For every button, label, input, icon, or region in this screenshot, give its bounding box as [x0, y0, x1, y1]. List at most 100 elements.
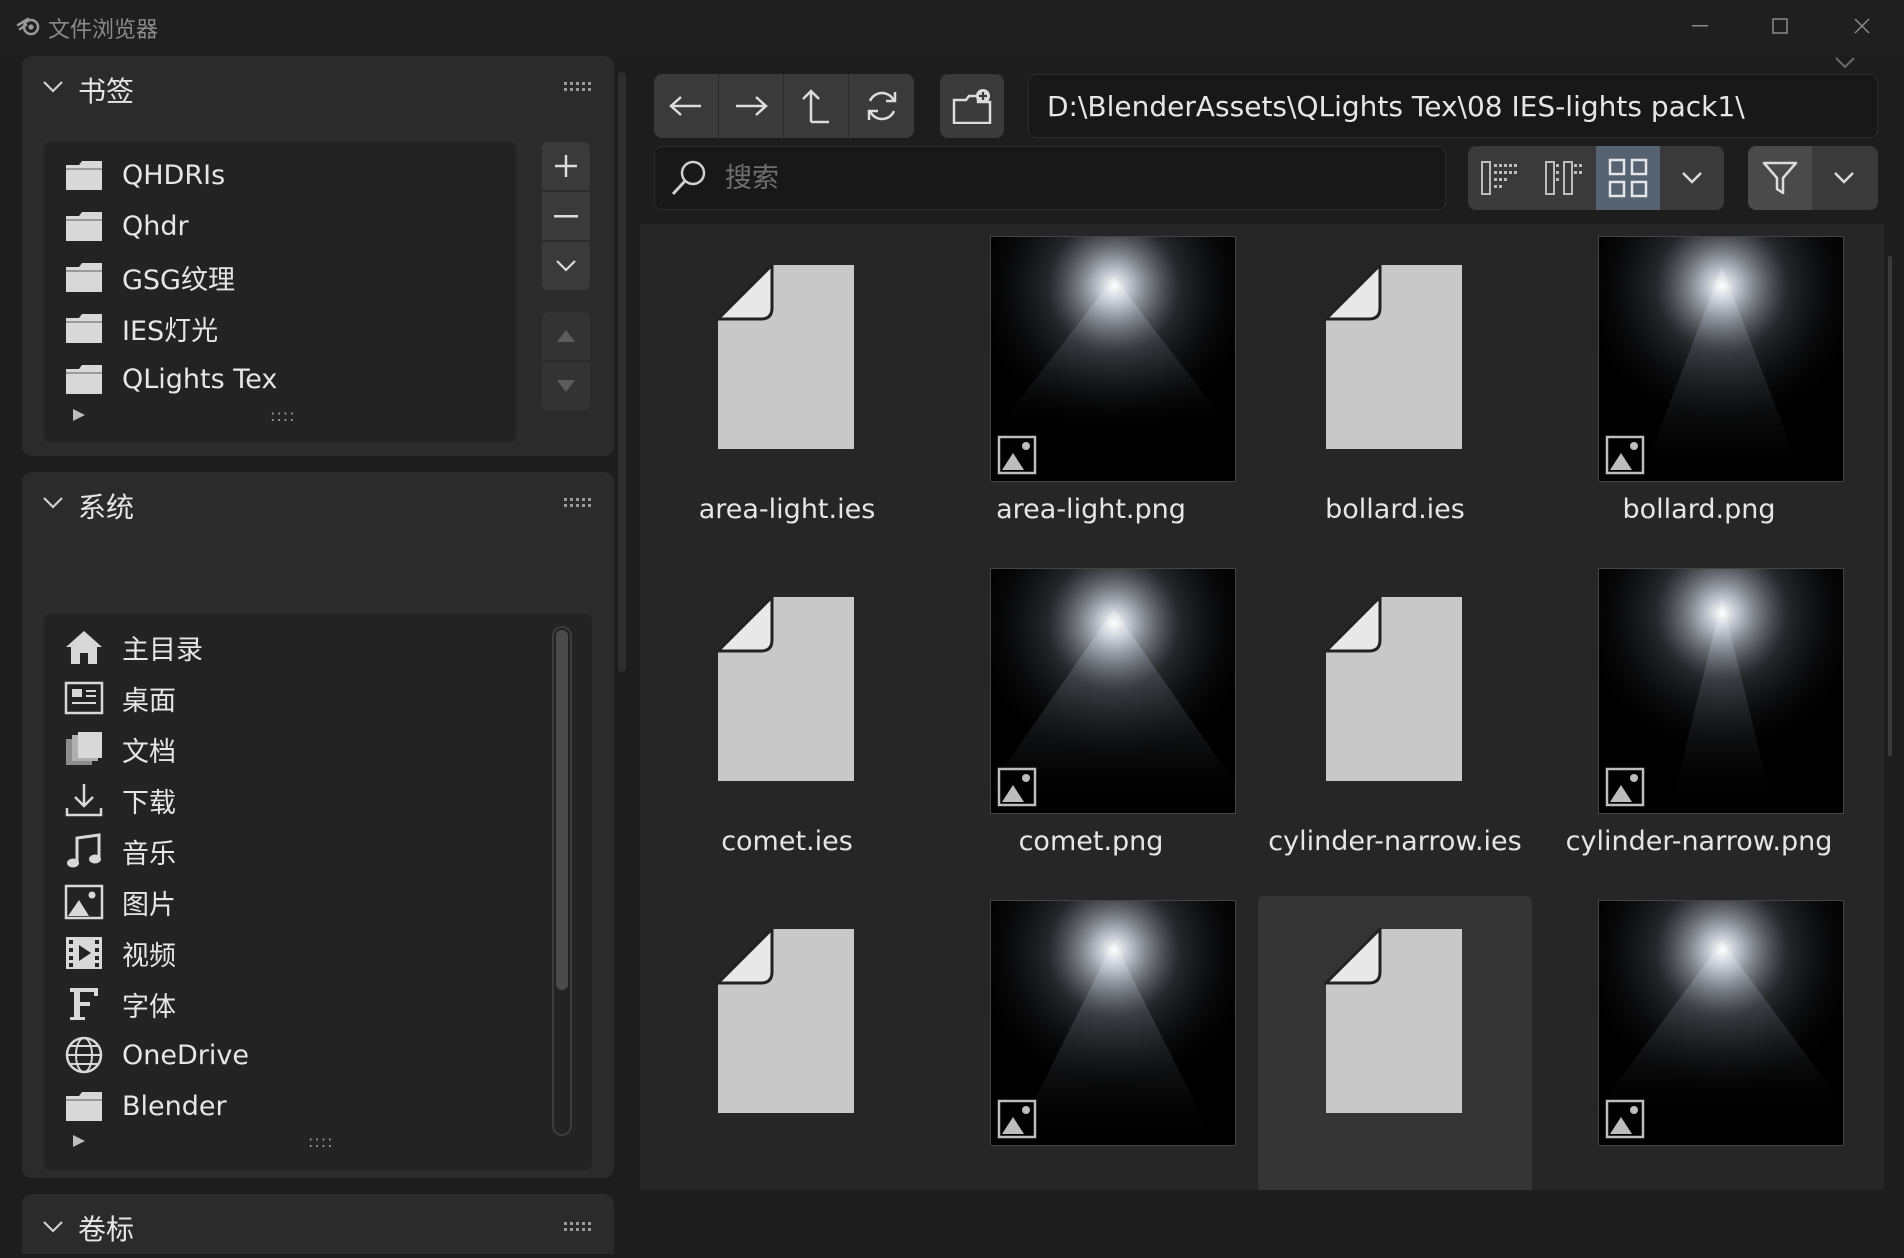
music-icon	[64, 832, 104, 870]
back-button[interactable]	[654, 74, 719, 138]
file-name: cylinder-narrow.ies	[1268, 826, 1522, 857]
system-item-fonts[interactable]: 字体	[64, 981, 176, 1027]
image-thumbnail	[990, 900, 1236, 1146]
expand-triangle-icon[interactable]	[72, 408, 86, 422]
image-badge-icon	[1605, 435, 1645, 475]
vertical-list-button[interactable]	[1468, 146, 1532, 210]
search-input[interactable]	[725, 162, 1425, 194]
bookmarks-title: 书签	[78, 75, 135, 108]
volumes-title: 卷标	[78, 1213, 135, 1246]
refresh-button[interactable]	[849, 74, 914, 138]
file-name: area-light.png	[996, 494, 1186, 525]
file-tile[interactable]: bollard.ies	[1258, 232, 1532, 536]
system-item-videos[interactable]: 视频	[64, 930, 176, 976]
system-label: Blender	[122, 1090, 227, 1122]
file-tile[interactable]	[650, 896, 924, 1190]
close-button[interactable]	[1832, 8, 1892, 44]
search-field[interactable]	[654, 146, 1446, 210]
new-folder-button[interactable]	[940, 74, 1004, 138]
maximize-button[interactable]	[1750, 8, 1810, 44]
system-item-downloads[interactable]: 下载	[64, 777, 176, 823]
system-item-blender[interactable]: Blender	[64, 1083, 227, 1129]
system-item-home[interactable]: 主目录	[64, 624, 203, 670]
file-tile[interactable]: comet.ies	[650, 564, 924, 868]
chevron-down-icon	[1834, 172, 1854, 184]
file-name: cylinder-narrow.png	[1565, 826, 1833, 857]
directory-path-field[interactable]: D:\BlenderAssets\QLights Tex\08 IES-ligh…	[1028, 74, 1878, 138]
bookmark-item-qlights[interactable]: QLights Tex	[64, 356, 277, 402]
system-label: 字体	[122, 991, 176, 1023]
system-item-pictures[interactable]: 图片	[64, 879, 176, 925]
drag-handle-icon[interactable]	[564, 498, 592, 510]
file-browser-window: 文件浏览器 书签 QHDRIs Qhdr GSG纹理 IES灯光 QLights…	[0, 0, 1904, 1254]
forward-button[interactable]	[719, 74, 784, 138]
header-collapse-icon[interactable]	[1834, 56, 1856, 70]
parent-directory-button[interactable]	[784, 74, 849, 138]
image-badge-icon	[1605, 1099, 1645, 1139]
minimize-button[interactable]	[1670, 8, 1730, 44]
system-item-onedrive[interactable]: OneDrive	[64, 1032, 249, 1078]
sidebar-splitter[interactable]	[618, 72, 626, 672]
globe-icon	[64, 1036, 104, 1074]
navigation-buttons	[654, 74, 914, 138]
image-badge-icon	[997, 1099, 1037, 1139]
system-scrollbar[interactable]	[552, 626, 572, 1136]
add-bookmark-button[interactable]	[542, 142, 590, 190]
expand-triangle-icon[interactable]	[72, 1134, 86, 1148]
thumbnails-button[interactable]	[1596, 146, 1660, 210]
file-tile[interactable]: comet.png	[954, 564, 1236, 868]
bookmark-item-ies[interactable]: IES灯光	[64, 305, 218, 351]
scrollbar-thumb[interactable]	[556, 630, 568, 990]
file-name: comet.png	[1018, 826, 1164, 857]
file-tile[interactable]: cylinder-narrow.png	[1562, 564, 1844, 868]
file-tile[interactable]: bollard.png	[1562, 232, 1844, 536]
filter-toggle-button[interactable]	[1748, 146, 1812, 210]
system-item-music[interactable]: 音乐	[64, 828, 176, 874]
drag-handle-icon[interactable]	[564, 82, 592, 94]
remove-bookmark-button[interactable]	[542, 192, 590, 240]
filter-settings-dropdown[interactable]	[1812, 146, 1876, 210]
triangle-up-icon	[557, 330, 575, 342]
file-tile[interactable]	[954, 896, 1236, 1190]
volumes-header[interactable]: 卷标	[22, 1194, 614, 1258]
file-tile[interactable]: area-light.png	[954, 232, 1236, 536]
resize-grip[interactable]: ::::	[308, 1132, 334, 1151]
chevron-down-icon	[42, 496, 64, 510]
file-tile[interactable]: area-light.ies	[650, 232, 924, 536]
bookmark-item-qhdris[interactable]: QHDRIs	[64, 152, 225, 198]
chevron-down-icon	[42, 80, 64, 94]
system-item-desktop[interactable]: 桌面	[64, 675, 176, 721]
display-settings-dropdown[interactable]	[1660, 146, 1724, 210]
folder-icon	[64, 156, 104, 194]
film-icon	[64, 934, 104, 972]
bookmark-label: IES灯光	[122, 315, 219, 347]
file-tile[interactable]	[1562, 896, 1844, 1190]
chevron-down-icon	[1682, 172, 1702, 184]
file-tile[interactable]: cylinder-narrow.ies	[1258, 564, 1532, 868]
sidebar: 书签 QHDRIs Qhdr GSG纹理 IES灯光 QLights Tex:…	[22, 56, 614, 1254]
move-down-button[interactable]	[542, 362, 590, 410]
volumes-panel: 卷标	[22, 1194, 614, 1254]
system-item-documents[interactable]: 文档	[64, 726, 176, 772]
drag-handle-icon[interactable]	[564, 1222, 592, 1234]
image-icon	[64, 883, 104, 921]
resize-grip[interactable]: ::::	[270, 406, 296, 425]
system-header[interactable]: 系统	[22, 472, 614, 536]
plus-icon	[555, 155, 577, 177]
move-up-button[interactable]	[542, 312, 590, 360]
grid-view-icon	[1608, 158, 1648, 198]
image-thumbnail	[1598, 900, 1844, 1146]
system-label: 图片	[122, 889, 176, 921]
horizontal-list-button[interactable]	[1532, 146, 1596, 210]
folder-icon	[64, 360, 104, 398]
title-bar: 文件浏览器	[0, 0, 1904, 52]
system-label: 视频	[122, 940, 176, 972]
bookmark-item-qhdr[interactable]: Qhdr	[64, 203, 189, 249]
file-grid-scrollbar[interactable]	[1888, 256, 1892, 756]
bookmark-item-gsg[interactable]: GSG纹理	[64, 254, 235, 300]
file-tile[interactable]	[1258, 896, 1532, 1190]
bookmarks-header[interactable]: 书签	[22, 56, 614, 120]
chevron-down-icon	[556, 260, 576, 272]
triangle-down-icon	[557, 380, 575, 392]
bookmark-menu-button[interactable]	[542, 242, 590, 290]
